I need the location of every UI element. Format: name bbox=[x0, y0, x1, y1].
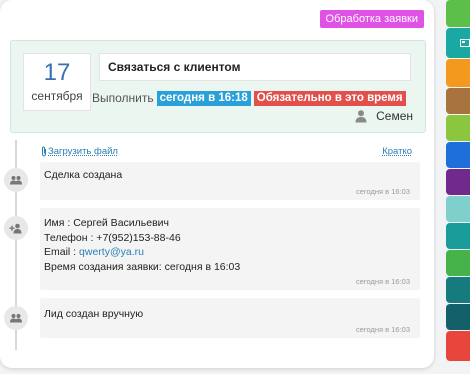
user-icon bbox=[355, 110, 367, 123]
task-card: 17 сентября Связаться с клиентом Выполни… bbox=[10, 40, 426, 133]
task-date-month: сентября bbox=[31, 89, 83, 103]
event-card: Имя : Сергей Васильевич Телефон : +7(952… bbox=[40, 208, 420, 290]
request-created-line: Время создания заявки: сегодня в 16:03 bbox=[44, 260, 241, 273]
task-title[interactable]: Связаться с клиентом bbox=[99, 53, 411, 81]
event-time: сегодня в 16:03 bbox=[356, 187, 410, 196]
task-execute-row: Выполнить сегодня в 16:18 Обязательно в … bbox=[92, 90, 406, 106]
client-phone-line: Телефон : +7(952)153-88-46 bbox=[44, 231, 181, 244]
tab-purple[interactable] bbox=[446, 169, 470, 195]
event-users-icon bbox=[4, 168, 28, 192]
task-assignee[interactable]: Семен bbox=[354, 109, 413, 123]
tab-lime[interactable] bbox=[446, 115, 470, 141]
users-icon bbox=[10, 314, 22, 323]
event-card: Сделка создана сегодня в 16:03 bbox=[40, 162, 420, 200]
brief-toggle-link[interactable]: Кратко bbox=[382, 146, 412, 157]
event-text-block: Имя : Сергей Васильевич Телефон : +7(952… bbox=[44, 216, 240, 274]
status-badge[interactable]: Обработка заявки bbox=[319, 10, 424, 28]
email-link[interactable]: qwerty@ya.ru bbox=[79, 246, 144, 258]
event-text: Лид создан вручную bbox=[44, 308, 144, 320]
card-icon bbox=[460, 39, 470, 47]
task-date-day: 17 bbox=[43, 59, 71, 86]
tab-grass[interactable] bbox=[446, 250, 470, 276]
tab-sea[interactable] bbox=[446, 277, 470, 303]
assignee-name: Семен bbox=[376, 109, 413, 123]
execute-label: Выполнить bbox=[92, 91, 154, 105]
event-text: Сделка создана bbox=[44, 169, 123, 181]
timeline-actions: Загрузить файл Кратко bbox=[40, 146, 412, 160]
tab-dark-teal[interactable] bbox=[446, 223, 470, 249]
add-user-icon bbox=[9, 223, 22, 233]
email-label: Email : bbox=[44, 246, 80, 258]
users-icon bbox=[10, 176, 22, 185]
lead-panel: Обработка заявки 17 сентября Связаться с… bbox=[0, 0, 434, 368]
event-card: Лид создан вручную сегодня в 16:03 bbox=[40, 298, 420, 338]
client-name-line: Имя : Сергей Васильевич bbox=[44, 217, 169, 229]
client-email-line: Email : qwerty@ya.ru bbox=[44, 245, 240, 260]
event-time: сегодня в 16:03 bbox=[356, 277, 410, 286]
event-time: сегодня в 16:03 bbox=[356, 325, 410, 334]
paperclip-icon bbox=[42, 146, 46, 157]
tab-green[interactable] bbox=[446, 0, 470, 27]
right-tab-bar bbox=[446, 0, 470, 374]
tab-orange[interactable] bbox=[446, 59, 470, 87]
upload-file-link[interactable]: Загрузить файл bbox=[40, 146, 118, 157]
tab-red[interactable] bbox=[446, 331, 470, 361]
upload-file-label: Загрузить файл bbox=[48, 146, 118, 157]
event-users-icon bbox=[4, 306, 28, 330]
event-add-user-icon bbox=[4, 216, 28, 240]
task-strict-time-tag[interactable]: Обязательно в это время bbox=[253, 90, 406, 106]
task-date: 17 сентября bbox=[23, 53, 91, 111]
tab-light-teal[interactable] bbox=[446, 196, 470, 222]
task-time-tag[interactable]: сегодня в 16:18 bbox=[156, 90, 251, 106]
tab-teal[interactable] bbox=[446, 28, 470, 58]
tab-brown[interactable] bbox=[446, 88, 470, 114]
tab-deep-sea[interactable] bbox=[446, 304, 470, 330]
tab-blue[interactable] bbox=[446, 142, 470, 168]
